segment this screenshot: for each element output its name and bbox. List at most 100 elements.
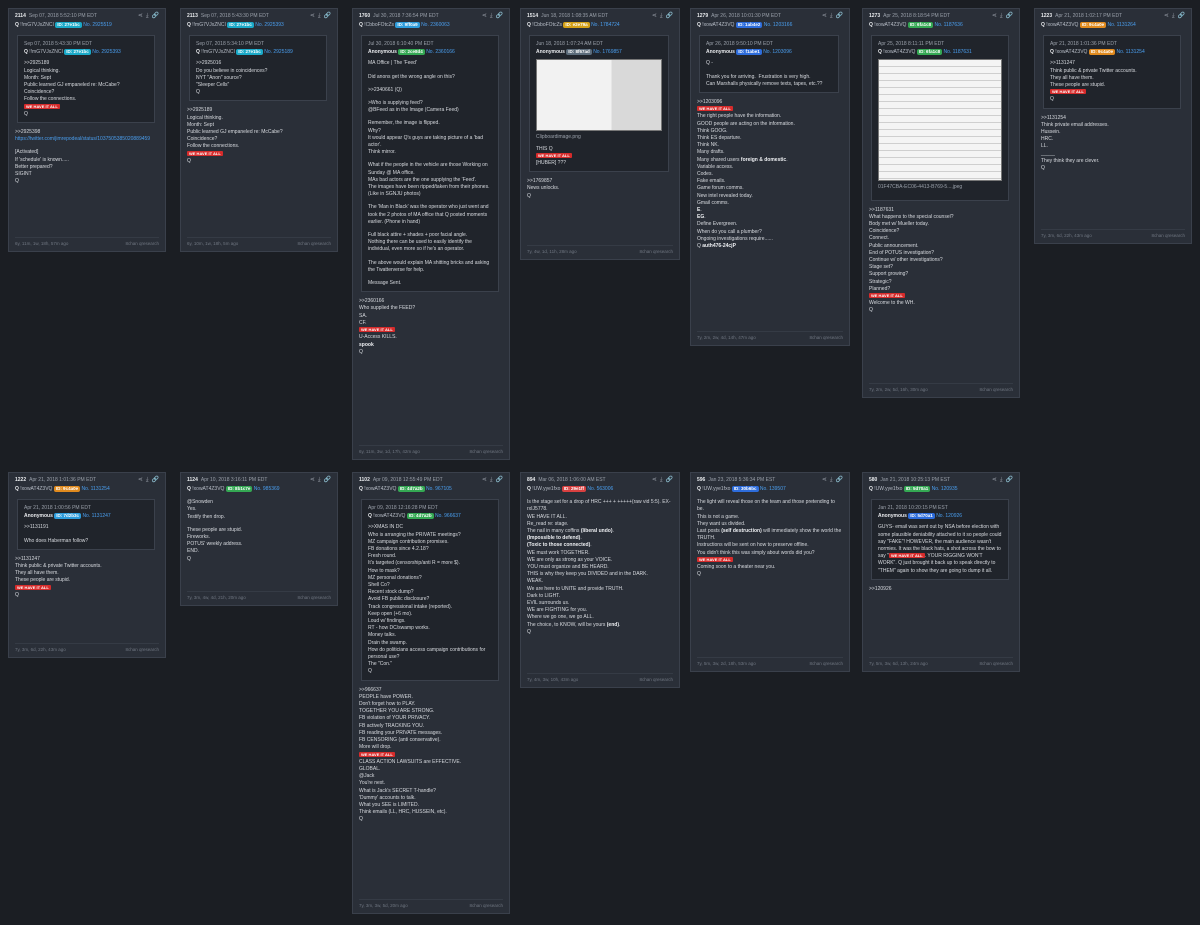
link-icon[interactable]: 🔗 <box>324 477 331 484</box>
post-image-thumbnail[interactable] <box>536 59 662 132</box>
post-footer: 7y, 5m, 3w, 6d, 13h, 24m ago 8chan qresea… <box>869 657 1013 668</box>
post-no-link[interactable]: No. 967105 <box>426 486 452 492</box>
download-icon[interactable]: ⤓ <box>1172 13 1175 20</box>
post-source[interactable]: 8chan qresearch <box>469 448 503 456</box>
share-icon[interactable]: ⋖ <box>1164 13 1169 20</box>
post-text-line: Why? <box>368 127 381 134</box>
link-icon[interactable]: 🔗 <box>666 477 673 484</box>
link-icon[interactable]: 🔗 <box>1178 13 1185 20</box>
share-icon[interactable]: ⋖ <box>138 477 143 484</box>
post-no-link[interactable]: No. 1187631 <box>943 49 971 55</box>
download-icon[interactable]: ⤓ <box>1000 477 1003 484</box>
post-source[interactable]: 8chan qresearch <box>297 240 331 248</box>
post-source[interactable]: 8chan qresearch <box>297 594 331 602</box>
post-text-line: Define Evergreen. <box>697 221 738 228</box>
download-icon[interactable]: ⤓ <box>490 477 493 484</box>
post-date: Jan 21, 2018 10:25:13 PM EST <box>880 477 951 484</box>
post-no-link[interactable]: No. 139507 <box>760 486 786 492</box>
post-no-link[interactable]: No. 120926 <box>936 513 962 519</box>
post-no-link[interactable]: No. 2360063 <box>421 22 450 28</box>
post-no-link[interactable]: No. 2925189 <box>264 49 293 55</box>
post-no-link[interactable]: No. 1131264 <box>1107 22 1135 28</box>
share-icon[interactable]: ⋖ <box>652 13 657 20</box>
share-icon[interactable]: ⋖ <box>310 13 315 20</box>
link-icon[interactable]: 🔗 <box>666 13 673 20</box>
post-no-link[interactable]: No. 966637 <box>435 513 461 519</box>
share-icon[interactable]: ⋖ <box>310 477 315 484</box>
download-icon[interactable]: ⤓ <box>660 13 663 20</box>
link-icon[interactable]: 🔗 <box>496 13 503 20</box>
post-no-link[interactable]: No. 985369 <box>254 486 280 492</box>
post-source[interactable]: 8chan qresearch <box>979 386 1013 394</box>
link-icon[interactable]: 🔗 <box>152 13 159 20</box>
post-text-line: What if the people in the vehicle are th… <box>368 162 490 176</box>
post-no-link[interactable]: No. 2925393 <box>92 49 121 55</box>
post-header: 1102 Apr 09, 2018 12:55:49 PM EDT ⋖ ⤓ 🔗 <box>359 477 503 485</box>
post-no-link[interactable]: No. 1769857 <box>593 49 622 55</box>
post-no-link[interactable]: No. 1203096 <box>763 49 792 55</box>
post-number: 1279 <box>697 13 709 20</box>
author-name: Q <box>697 22 701 28</box>
share-icon[interactable]: ⋖ <box>992 477 997 484</box>
post-header: Jan 21, 2018 10:20:15 PM EST <box>878 504 1002 512</box>
post-text-line: GLOBAL. <box>359 765 381 772</box>
post-source[interactable]: 8chan qresearch <box>1151 232 1185 240</box>
share-icon[interactable]: ⋖ <box>482 13 487 20</box>
post-source[interactable]: 8chan qresearch <box>809 660 843 668</box>
link-icon[interactable]: 🔗 <box>1006 13 1013 20</box>
download-icon[interactable]: ⤓ <box>1000 13 1003 20</box>
author-name: Q <box>15 22 19 28</box>
post-source[interactable]: 8chan qresearch <box>639 248 673 256</box>
post-no-link[interactable]: No. 1131247 <box>82 513 110 519</box>
share-icon[interactable]: ⋖ <box>822 13 827 20</box>
share-icon[interactable]: ⋖ <box>138 13 143 20</box>
post-date: Apr 21, 2018 1:02:17 PM EDT <box>1055 13 1123 20</box>
post-no-link[interactable]: No. 1131254 <box>1116 49 1144 55</box>
post-no-link[interactable]: No. 2925519 <box>83 22 112 28</box>
post-source[interactable]: 8chan qresearch <box>125 646 159 654</box>
share-icon[interactable]: ⋖ <box>652 477 657 484</box>
link-icon[interactable]: 🔗 <box>324 13 331 20</box>
post-text-line: Did anons get the wrong angle on this? <box>368 73 455 80</box>
download-icon[interactable]: ⤓ <box>660 477 663 484</box>
link-icon[interactable]: 🔗 <box>152 477 159 484</box>
post-no-link[interactable]: No. 2925393 <box>255 22 284 28</box>
post-image-thumbnail[interactable] <box>878 59 1002 182</box>
download-icon[interactable]: ⤓ <box>146 477 149 484</box>
share-icon[interactable]: ⋖ <box>992 13 997 20</box>
post-no-link[interactable]: No. 1784724 <box>591 22 620 28</box>
download-icon[interactable]: ⤓ <box>830 477 833 484</box>
post-no-link[interactable]: No. 1131254 <box>81 486 109 492</box>
post-source[interactable]: 8chan qresearch <box>125 240 159 248</box>
post-source[interactable]: 8chan qresearch <box>979 660 1013 668</box>
bold-text: (self destruction) <box>721 528 762 535</box>
link-icon[interactable]: 🔗 <box>836 477 843 484</box>
link-icon[interactable]: 🔗 <box>1006 477 1013 484</box>
download-icon[interactable]: ⤓ <box>490 13 493 20</box>
post-no-link[interactable]: No. 2360166 <box>426 49 455 55</box>
tweet-link[interactable]: https://twitter.com/jimrepodeal/status/1… <box>15 136 150 142</box>
share-icon[interactable]: ⋖ <box>482 477 487 484</box>
post-source[interactable]: 8chan qresearch <box>469 902 503 910</box>
download-icon[interactable]: ⤓ <box>318 13 321 20</box>
download-icon[interactable]: ⤓ <box>318 477 321 484</box>
image-filename[interactable]: Clipboardimage.png <box>536 134 662 141</box>
image-filename[interactable]: 01F47CBA-EC06-4413-B769-5....jpeg <box>878 184 1002 191</box>
post-no-link[interactable]: No. 563006 <box>587 486 613 492</box>
link-icon[interactable]: 🔗 <box>496 477 503 484</box>
post-text-line: They want us divided. <box>697 520 746 527</box>
author-name: Q <box>1050 49 1054 56</box>
post-text-line: LL. <box>1041 143 1048 150</box>
download-icon[interactable]: ⤓ <box>830 13 833 20</box>
post-no-link[interactable]: No. 120935 <box>932 486 958 492</box>
post-no-link[interactable]: No. 1187636 <box>934 22 962 28</box>
tripcode: !!mG7VJxZNCI <box>20 22 54 28</box>
post-source[interactable]: 8chan qresearch <box>809 334 843 342</box>
download-icon[interactable]: ⤓ <box>146 13 149 20</box>
post-text-line: Who supplied the FEED? <box>359 305 416 312</box>
share-icon[interactable]: ⋖ <box>822 477 827 484</box>
link-icon[interactable]: 🔗 <box>836 13 843 20</box>
post-source[interactable]: 8chan qresearch <box>639 676 673 684</box>
post-no-link[interactable]: No. 1203166 <box>764 22 793 28</box>
post-text-line: Follow the connections. <box>187 143 240 150</box>
